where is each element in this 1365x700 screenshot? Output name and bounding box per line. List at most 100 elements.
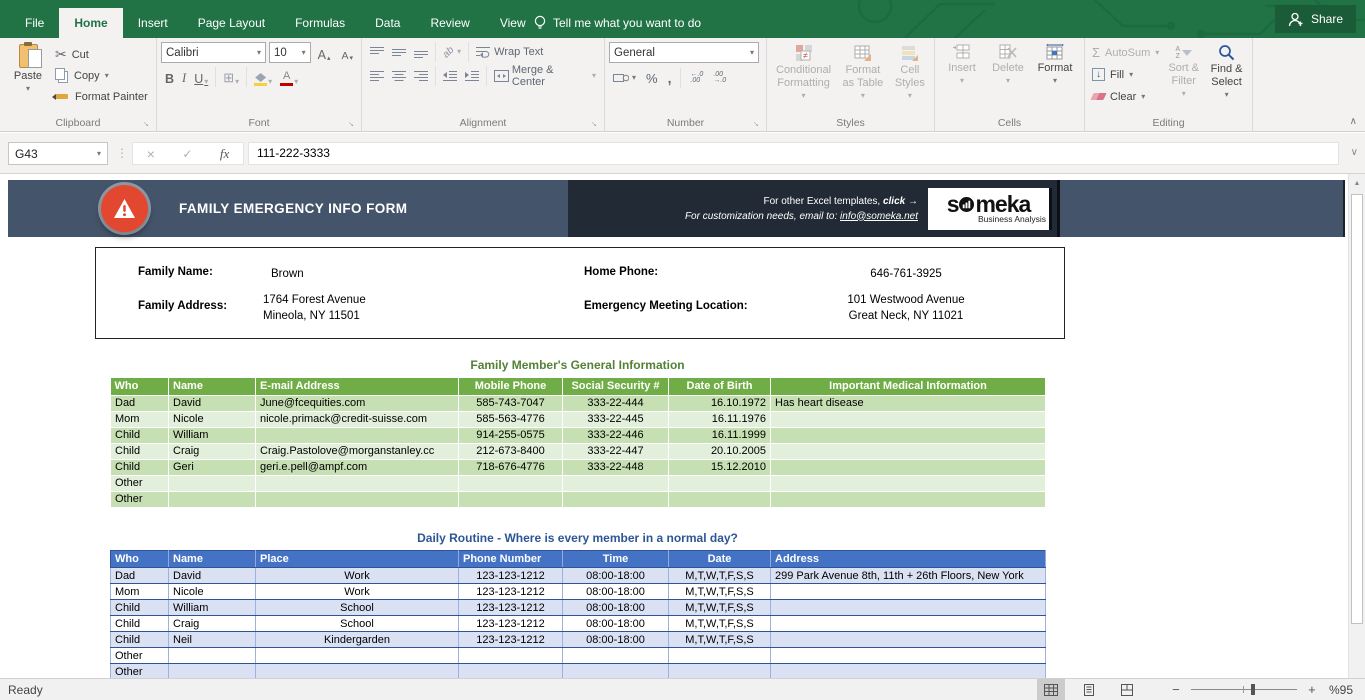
normal-view-button[interactable] [1037, 679, 1065, 700]
align-center-button[interactable] [388, 66, 410, 86]
increase-indent-button[interactable] [461, 66, 483, 86]
cell[interactable]: 20.10.2005 [669, 443, 771, 459]
promo-click-link[interactable]: click → [883, 196, 918, 207]
column-header[interactable]: Name [169, 378, 256, 395]
number-format-select[interactable]: General ▾ [609, 42, 759, 63]
tab-insert[interactable]: Insert [123, 8, 183, 38]
cell[interactable] [563, 648, 669, 664]
cell[interactable] [169, 664, 256, 679]
cell[interactable]: 718-676-4776 [459, 459, 563, 475]
cell[interactable] [256, 475, 459, 491]
cell[interactable]: 123-123-1212 [459, 616, 563, 632]
worksheet[interactable]: FAMILY EMERGENCY INFO FORM For other Exc… [0, 174, 1365, 678]
font-size-select[interactable]: 10 ▾ [269, 42, 311, 63]
column-header[interactable]: Name [169, 551, 256, 568]
cell[interactable]: Nicole [169, 411, 256, 427]
general-info-table[interactable]: WhoNameE-mail AddressMobile PhoneSocial … [110, 378, 1046, 508]
format-as-table-button[interactable]: Format as Table ▾ [836, 42, 890, 115]
cell[interactable]: William [169, 600, 256, 616]
cell[interactable]: 123-123-1212 [459, 568, 563, 584]
cell[interactable]: 333-22-444 [563, 395, 669, 411]
orientation-button[interactable]: ab▾ [439, 42, 465, 62]
tab-file[interactable]: File [10, 8, 59, 38]
scroll-up-icon[interactable]: ▲ [1349, 174, 1365, 192]
format-cells-button[interactable]: Format ▾ [1031, 42, 1079, 115]
cell[interactable]: 914-255-0575 [459, 427, 563, 443]
cell[interactable]: 333-22-448 [563, 459, 669, 475]
insert-function-button[interactable]: fx [220, 146, 229, 162]
column-header[interactable]: Phone Number [459, 551, 563, 568]
accounting-format-button[interactable]: ▾ [609, 68, 640, 88]
cell[interactable]: 299 Park Avenue 8th, 11th + 26th Floors,… [771, 568, 1046, 584]
cell[interactable] [169, 648, 256, 664]
percent-style-button[interactable]: % [642, 68, 662, 88]
zoom-in-button[interactable]: + [1303, 682, 1321, 697]
column-header[interactable]: Who [111, 378, 169, 395]
tab-home[interactable]: Home [59, 8, 122, 38]
borders-button[interactable]: ⊞▾ [219, 67, 243, 87]
cut-button[interactable]: ✂ Cut [52, 44, 151, 65]
cell[interactable]: Neil [169, 632, 256, 648]
align-left-button[interactable] [366, 66, 388, 86]
cell[interactable] [669, 491, 771, 507]
conditional-formatting-button[interactable]: ≠ Conditional Formatting ▾ [771, 42, 836, 115]
wrap-text-button[interactable]: Wrap Text [472, 42, 547, 62]
bold-button[interactable]: B [161, 67, 178, 87]
cell[interactable]: M,T,W,T,F,S,S [669, 616, 771, 632]
find-select-button[interactable]: Find & Select ▾ [1205, 42, 1248, 115]
sort-filter-button[interactable]: AZ Sort & Filter ▾ [1162, 42, 1205, 115]
column-header[interactable]: Address [771, 551, 1046, 568]
cell[interactable]: nicole.primack@credit-suisse.com [256, 411, 459, 427]
cell[interactable] [771, 443, 1046, 459]
cell[interactable] [563, 475, 669, 491]
comma-style-button[interactable]: , [664, 68, 676, 88]
cell[interactable] [771, 632, 1046, 648]
cell[interactable]: 16.10.1972 [669, 395, 771, 411]
formula-input[interactable]: 111-222-3333 [248, 142, 1339, 165]
cell[interactable] [563, 491, 669, 507]
tab-formulas[interactable]: Formulas [280, 8, 360, 38]
cell[interactable]: Dad [111, 568, 169, 584]
cell[interactable] [771, 459, 1046, 475]
cell[interactable]: 08:00-18:00 [563, 632, 669, 648]
cell[interactable]: William [169, 427, 256, 443]
copy-button[interactable]: Copy ▾ [52, 65, 151, 86]
column-header[interactable]: Social Security # [563, 378, 669, 395]
cell[interactable] [169, 491, 256, 507]
cell[interactable] [771, 411, 1046, 427]
autosum-button[interactable]: Σ AutoSum ▾ [1089, 42, 1162, 63]
cell[interactable] [771, 616, 1046, 632]
cancel-button[interactable]: × [147, 146, 155, 162]
expand-formula-bar-icon[interactable]: ∨ [1351, 147, 1358, 158]
cell[interactable]: Child [111, 459, 169, 475]
tab-review[interactable]: Review [415, 8, 484, 38]
zoom-out-button[interactable]: − [1167, 682, 1185, 697]
cell[interactable]: 585-743-7047 [459, 395, 563, 411]
cell[interactable] [256, 648, 459, 664]
increase-decimal-button[interactable]: ←.0.00 [686, 68, 707, 88]
tab-view[interactable]: View [485, 8, 541, 38]
align-middle-button[interactable] [388, 42, 410, 62]
enter-button[interactable]: ✓ [182, 147, 192, 161]
cell[interactable]: Dad [111, 395, 169, 411]
cell[interactable] [669, 475, 771, 491]
cell[interactable] [256, 491, 459, 507]
zoom-level[interactable]: %95 [1329, 683, 1353, 697]
cell[interactable]: 15.12.2010 [669, 459, 771, 475]
cell[interactable]: 585-563-4776 [459, 411, 563, 427]
increase-font-button[interactable]: A▴ [314, 43, 335, 63]
delete-cells-button[interactable]: Delete ▾ [985, 42, 1031, 115]
format-painter-button[interactable]: Format Painter [52, 86, 151, 107]
cell[interactable]: 333-22-447 [563, 443, 669, 459]
cell[interactable] [771, 475, 1046, 491]
cell[interactable]: 123-123-1212 [459, 584, 563, 600]
cell[interactable] [459, 664, 563, 679]
paste-button[interactable]: Paste ▾ [4, 42, 52, 115]
cell[interactable]: 08:00-18:00 [563, 600, 669, 616]
cell[interactable] [169, 475, 256, 491]
cell[interactable]: Nicole [169, 584, 256, 600]
cell[interactable] [771, 664, 1046, 679]
cell[interactable]: 333-22-446 [563, 427, 669, 443]
cell[interactable]: Child [111, 632, 169, 648]
cell[interactable]: M,T,W,T,F,S,S [669, 632, 771, 648]
